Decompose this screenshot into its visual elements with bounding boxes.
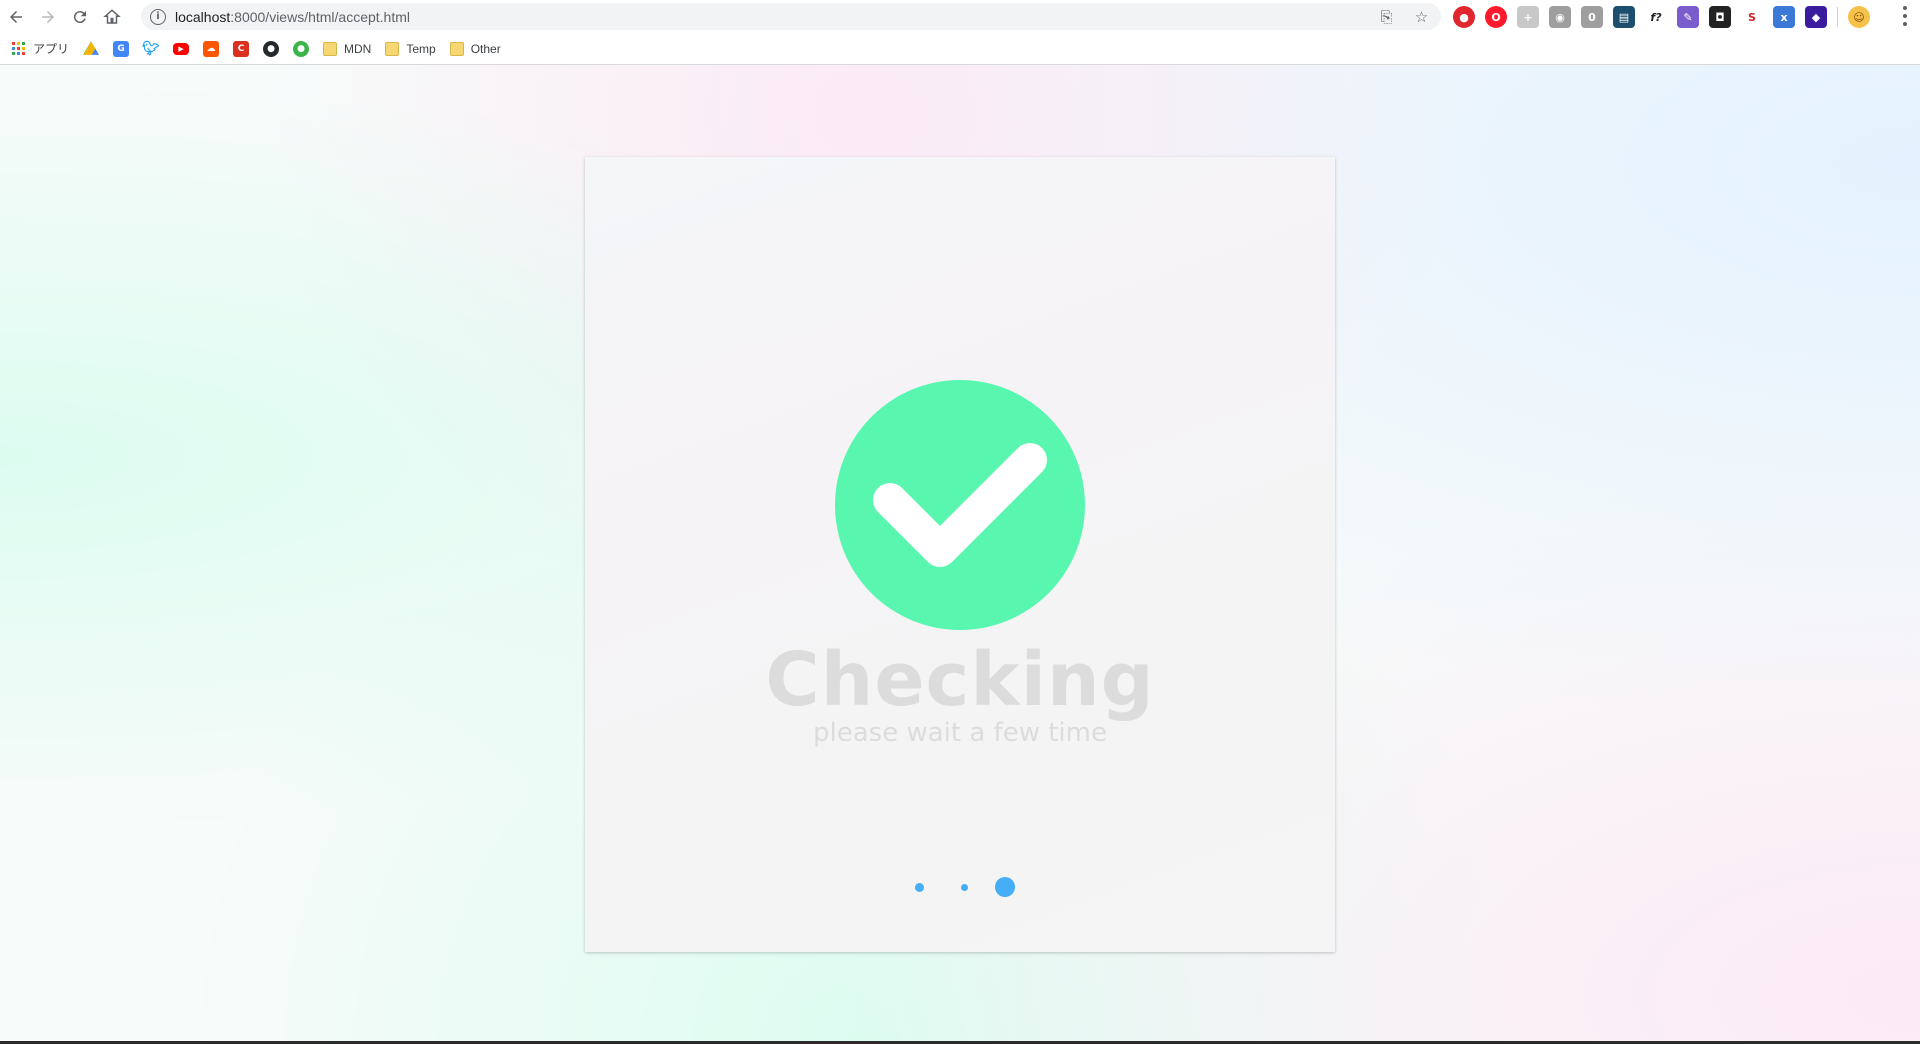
extension-s-icon[interactable]: S — [1741, 6, 1763, 28]
info-icon[interactable]: i — [150, 8, 166, 25]
extension-mask-icon[interactable]: ◘ — [1709, 6, 1731, 28]
camera-icon[interactable]: ◉ — [1549, 6, 1571, 28]
font-finder-icon[interactable]: f? — [1645, 6, 1667, 28]
github-icon: ● — [263, 40, 280, 57]
forward-button[interactable] — [32, 0, 64, 33]
bookmark-red[interactable]: C — [233, 35, 250, 63]
bookmark-google-translate[interactable]: G — [113, 35, 130, 63]
twitter-icon: 🐦︎ — [142, 40, 160, 57]
apps-grid-icon — [12, 41, 26, 56]
bookmark-red-icon: C — [233, 40, 250, 57]
youtube-icon: ▶ — [173, 42, 190, 55]
bookmark-folder-other[interactable]: Other — [449, 35, 501, 63]
bookmark-green-app[interactable]: ● — [293, 35, 310, 63]
bookmark-soundcloud[interactable]: ☁ — [203, 35, 220, 63]
url-text[interactable]: localhost:8000/views/html/accept.html — [175, 9, 410, 25]
bookmark-google-drive[interactable] — [83, 35, 100, 63]
home-icon — [103, 8, 121, 24]
extensions-bar: ● O + ◉ 0 ▤ f? ✎ ◘ S x ◆ ☺ — [1453, 4, 1870, 30]
green-app-icon: ● — [293, 40, 310, 57]
home-button[interactable] — [96, 0, 128, 33]
back-button[interactable] — [0, 0, 32, 33]
success-check-badge — [835, 380, 1085, 630]
browser-toolbar: i localhost:8000/views/html/accept.html … — [0, 0, 1920, 33]
profile-avatar-icon[interactable]: ☺ — [1848, 6, 1870, 28]
page-viewport: Checking please wait a few time — [0, 65, 1920, 1044]
opera-icon[interactable]: O — [1485, 6, 1507, 28]
toolbar-separator — [1837, 7, 1838, 27]
loading-dot — [915, 883, 924, 892]
bookmark-folder-temp[interactable]: Temp — [385, 35, 436, 63]
extension-red-circle-icon[interactable]: ● — [1453, 6, 1475, 28]
bookmark-github[interactable]: ● — [263, 35, 280, 63]
arrow-left-icon — [10, 10, 22, 23]
bookmark-apps[interactable]: アプリ — [12, 35, 69, 63]
page-subtitle: please wait a few time — [813, 718, 1107, 748]
folder-icon — [323, 41, 338, 56]
star-icon[interactable]: ☆ — [1412, 7, 1431, 26]
arrow-right-icon — [42, 10, 54, 23]
checkmark-icon — [873, 443, 1047, 567]
extension-diamond-icon[interactable]: ◆ — [1805, 6, 1827, 28]
extension-box-icon[interactable]: 0 — [1581, 6, 1603, 28]
address-bar[interactable]: i localhost:8000/views/html/accept.html … — [141, 3, 1441, 30]
bookmark-twitter[interactable]: 🐦︎ — [142, 35, 160, 63]
color-picker-icon[interactable]: ✎ — [1677, 6, 1699, 28]
folder-icon — [385, 41, 400, 56]
extension-grey-icon[interactable]: + — [1517, 6, 1539, 28]
extension-book-icon[interactable]: ▤ — [1613, 6, 1635, 28]
reload-button[interactable] — [64, 0, 96, 33]
extension-translate-icon[interactable]: x — [1773, 6, 1795, 28]
loading-dot — [961, 884, 968, 891]
browser-menu-icon[interactable] — [1902, 6, 1908, 26]
bookmark-folder-mdn[interactable]: MDN — [323, 35, 371, 63]
loading-indicator — [585, 877, 1335, 897]
google-drive-icon — [83, 41, 100, 55]
page-title: Checking — [765, 637, 1155, 723]
reload-icon — [73, 10, 86, 23]
bookmarks-bar: アプリ G 🐦︎ ▶ ☁ C ● ● MDN Temp Other — [0, 33, 1920, 65]
folder-icon — [449, 41, 464, 56]
loading-dot — [995, 877, 1015, 897]
bookmark-youtube[interactable]: ▶ — [173, 35, 190, 63]
checking-card: Checking please wait a few time — [585, 157, 1335, 952]
google-translate-icon: G — [113, 40, 130, 57]
translate-icon[interactable]: ⎘ — [1377, 7, 1396, 26]
soundcloud-icon: ☁ — [203, 40, 220, 57]
